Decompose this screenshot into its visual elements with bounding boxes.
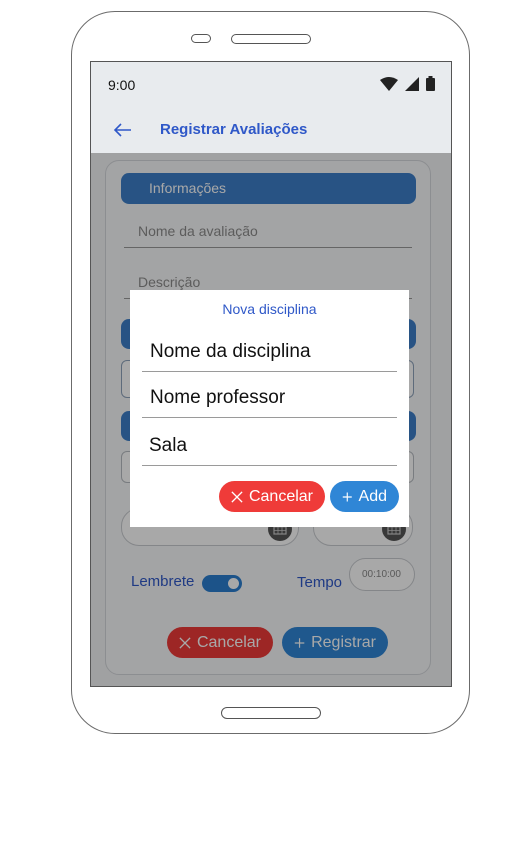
status-time: 9:00	[108, 77, 136, 93]
dialog-cancel-label: Cancelar	[248, 487, 313, 505]
dialog-title: Nova disciplina	[222, 301, 317, 317]
professor-name-input[interactable]: Nome professor	[142, 387, 397, 418]
plus-icon	[342, 491, 352, 502]
status-bar: 9:00	[91, 62, 451, 108]
new-discipline-dialog: Nova disciplina Nome da disciplina Nome …	[130, 290, 409, 527]
dialog-add-label: Add	[358, 487, 387, 505]
arrow-left-icon[interactable]	[111, 118, 135, 142]
discipline-name-input[interactable]: Nome da disciplina	[142, 341, 397, 372]
app-bar: Registrar Avaliações	[91, 108, 451, 153]
wifi-icon	[380, 76, 398, 91]
home-button[interactable]	[221, 707, 321, 719]
room-input[interactable]: Sala	[142, 435, 397, 466]
page-title: Registrar Avaliações	[160, 121, 308, 138]
speaker-grille	[231, 34, 311, 44]
status-icons	[380, 76, 435, 91]
phone-screen: 9:00 Registrar Avaliações Informações No…	[90, 61, 452, 687]
camera-dot	[191, 34, 211, 43]
dialog-cancel-button[interactable]: Cancelar	[219, 481, 325, 512]
dialog-add-button[interactable]: Add	[330, 481, 399, 512]
signal-icon	[405, 76, 419, 91]
close-icon	[231, 490, 243, 503]
battery-icon	[426, 76, 435, 91]
